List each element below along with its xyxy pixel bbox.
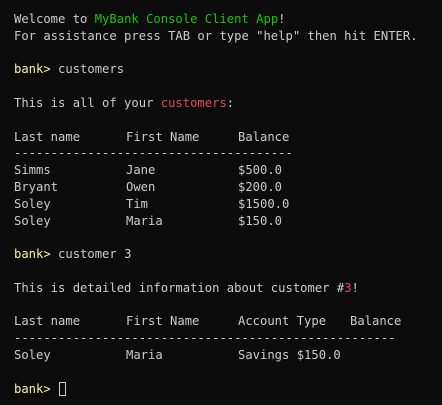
cell-last-name: Soley [14,196,51,211]
table-row: Bryant Owen $200.0 [14,179,442,196]
column-header: First Name [126,129,200,144]
welcome-prefix: Welcome to [14,12,95,26]
output-intro: This is detailed information about custo… [14,280,442,297]
intro-prefix: This is detailed information about custo… [14,280,345,295]
input-line[interactable]: bank> [14,381,442,398]
table-header: Last name First Name Account Type Balanc… [14,313,442,330]
column-header: First Name [126,314,200,329]
cell-last-name: Soley [14,347,51,362]
column-header: Account Type [238,314,327,329]
cell-balance: $1500.0 [238,196,290,211]
cell-first-name: Tim [126,196,149,211]
table-row: Soley Maria $150.0 [14,213,442,230]
intro-highlight: customers [160,95,227,110]
cursor[interactable] [59,381,67,396]
table-separator: ----------------------------------------… [14,331,396,346]
column-header: Last name [14,129,81,144]
terminal-window[interactable]: Welcome to MyBank Console Client App! Fo… [0,0,442,405]
cell-first-name: Jane [126,163,156,178]
command-text: customers [58,62,125,77]
welcome-line: Welcome to MyBank Console Client App! [14,11,442,28]
table-separator: -------------------------------------- [14,146,293,161]
column-header: Last name [14,314,81,329]
intro-highlight: 3 [344,280,352,295]
command-line: bank> customer 3 [14,246,442,263]
cell-first-name: Maria [126,347,163,362]
assistance-line: For assistance press TAB or type "help" … [14,28,418,43]
cell-balance: $500.0 [238,163,283,178]
cell-balance: $150.0 [238,213,283,228]
cell-first-name: Maria [126,213,163,228]
app-name: MyBank Console Client App [94,12,279,26]
command-text: customer 3 [58,247,132,262]
cell-balance: $200.0 [238,179,283,194]
prompt: bank> [14,247,51,262]
cell-first-name: Owen [126,179,156,194]
intro-suffix: ! [351,280,359,295]
cell-last-name: Bryant [14,179,59,194]
column-header: Balance [350,314,402,329]
command-line: bank> customers [14,61,442,78]
table-row: Soley Maria Savings $150.0 [14,347,442,364]
cell-last-name: Simms [14,163,51,178]
cell-last-name: Soley [14,213,51,228]
cell-account-and-balance: Savings $150.0 [238,347,341,362]
table-header: Last name First Name Balance [14,129,442,146]
intro-suffix: : [226,95,235,110]
column-header: Balance [238,129,290,144]
table-row: Soley Tim $1500.0 [14,196,442,213]
table-row: Simms Jane $500.0 [14,162,442,179]
intro-prefix: This is all of your [14,95,161,110]
output-intro: This is all of your customers: [14,95,442,112]
prompt: bank> [14,62,51,77]
welcome-suffix: ! [278,12,286,26]
prompt: bank> [14,381,51,396]
